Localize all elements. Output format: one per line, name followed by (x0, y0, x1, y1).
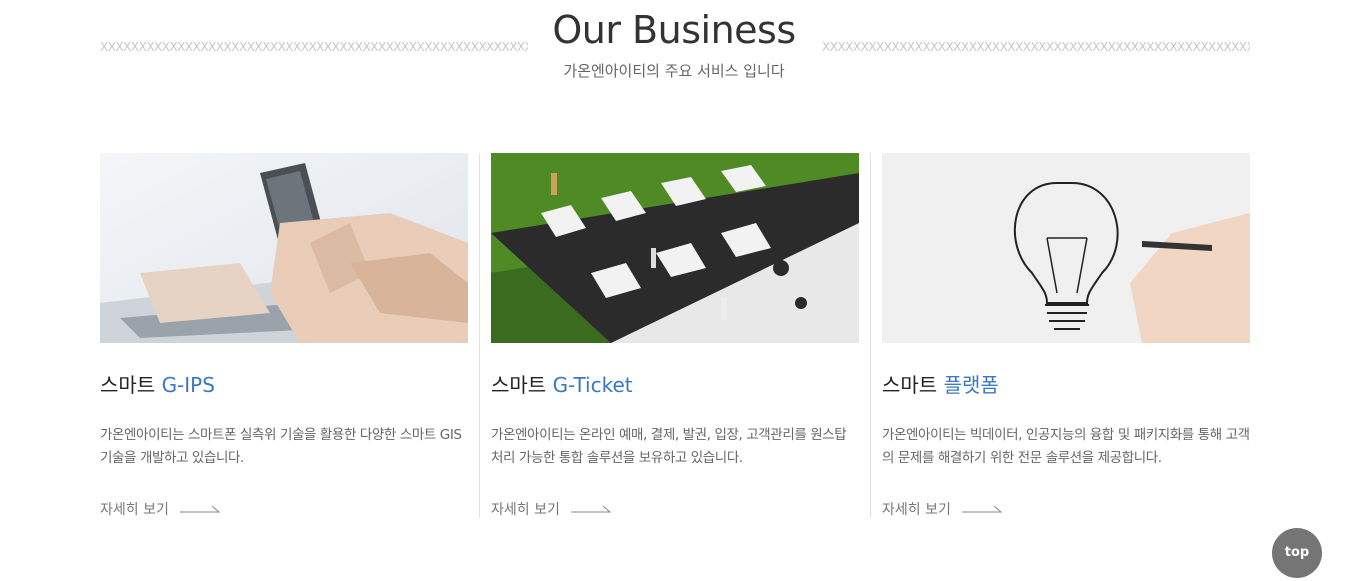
business-card-g-ticket: 스마트 G-Ticket 가온엔아이티는 온라인 예매, 결제, 발권, 입장,… (491, 153, 859, 518)
smartphone-hands-photo[interactable] (100, 153, 468, 343)
section-subtitle: 가온엔아이티의 주요 서비스 입니다 (563, 62, 785, 80)
card-divider (870, 153, 871, 518)
business-cards: 스마트 G-IPS 가온엔아이티는 스마트폰 실측위 기술을 활용한 다양한 스… (100, 153, 1250, 518)
section-title: Our Business (552, 8, 796, 52)
card-description: 가온엔아이티는 빅데이터, 인공지능의 융합 및 패키지화를 통해 고객의 문제… (882, 427, 1250, 466)
card-title-accent: 플랫폼 (943, 373, 999, 397)
more-link-label: 자세히 보기 (882, 502, 951, 518)
arrow-right-icon (961, 502, 1003, 518)
card-title-accent: G-Ticket (552, 373, 633, 397)
more-link[interactable]: 자세히 보기 (882, 499, 1003, 519)
card-title: 스마트 플랫폼 (882, 369, 999, 398)
arrow-right-icon (179, 502, 221, 518)
more-link-label: 자세히 보기 (491, 502, 560, 518)
arrow-right-icon (570, 502, 612, 518)
card-description: 가온엔아이티는 온라인 예매, 결제, 발권, 입장, 고객관리를 원스탑 처리… (491, 427, 847, 466)
more-link-label: 자세히 보기 (100, 502, 169, 518)
card-title-accent: G-IPS (161, 373, 215, 397)
scroll-top-button[interactable]: top (1272, 528, 1322, 578)
clapperboard-miniatures-photo[interactable] (491, 153, 859, 343)
card-title-prefix: 스마트 (491, 373, 547, 397)
section-header: XXXXXXXXXXXXXXXXXXXXXXXXXXXXXXXXXXXXXXXX… (0, 0, 1348, 100)
card-title-prefix: 스마트 (882, 373, 938, 397)
business-card-g-ips: 스마트 G-IPS 가온엔아이티는 스마트폰 실측위 기술을 활용한 다양한 스… (100, 153, 468, 518)
lightbulb-drawing-photo[interactable] (882, 153, 1250, 343)
more-link[interactable]: 자세히 보기 (100, 499, 221, 519)
more-link[interactable]: 자세히 보기 (491, 499, 612, 519)
card-title-prefix: 스마트 (100, 373, 156, 397)
card-title: 스마트 G-Ticket (491, 369, 633, 398)
card-description: 가온엔아이티는 스마트폰 실측위 기술을 활용한 다양한 스마트 GIS기술을 … (100, 427, 462, 466)
business-card-platform: 스마트 플랫폼 가온엔아이티는 빅데이터, 인공지능의 융합 및 패키지화를 통… (882, 153, 1250, 518)
card-title: 스마트 G-IPS (100, 369, 215, 398)
card-divider (479, 153, 480, 518)
